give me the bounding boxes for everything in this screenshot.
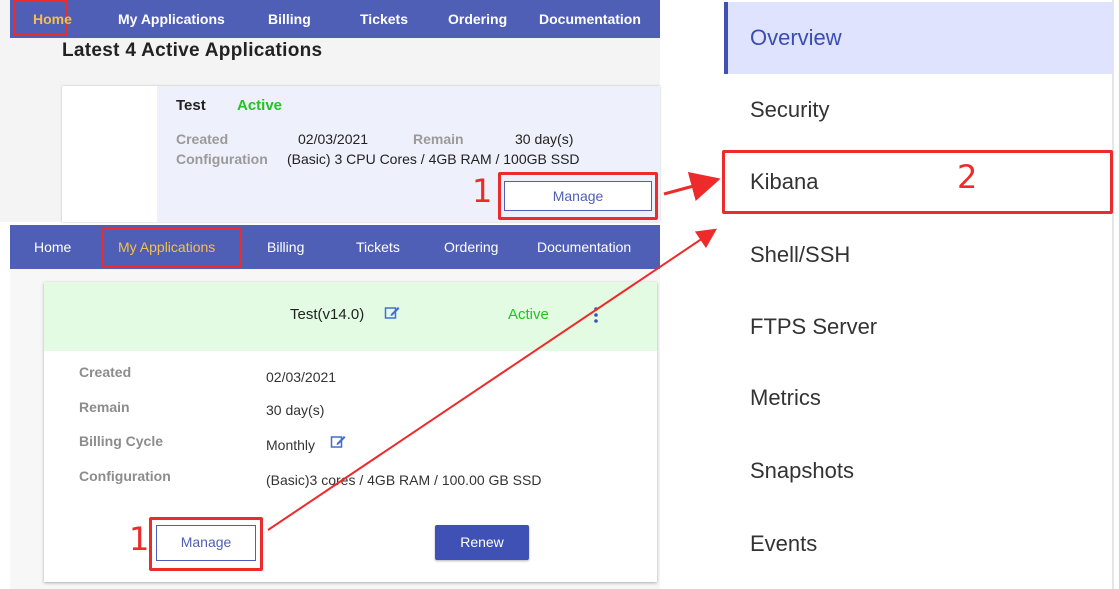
annotation-arrows	[267, 172, 721, 531]
arrow-to-kibana-b	[267, 228, 717, 531]
arrow-to-kibana-a	[663, 172, 721, 201]
